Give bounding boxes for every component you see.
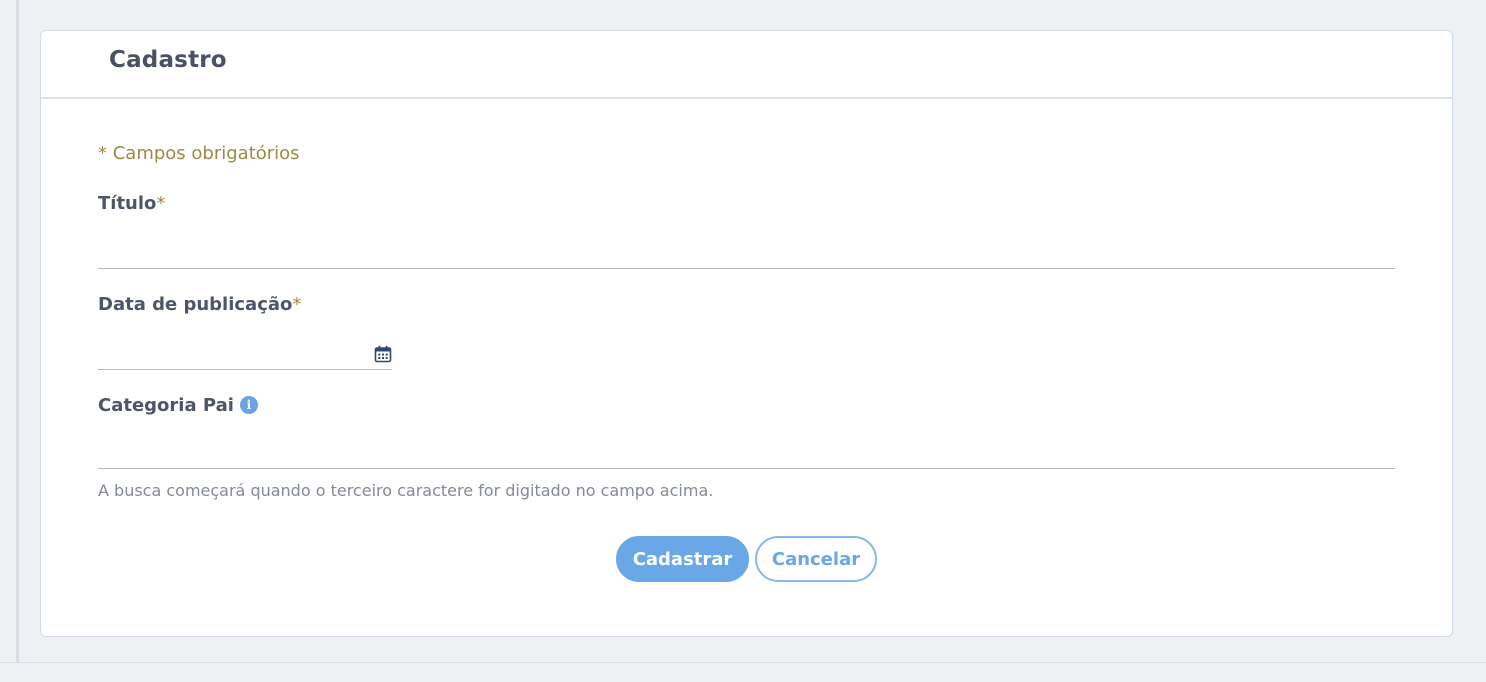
required-mark: * <box>292 294 302 315</box>
cancelar-button[interactable]: Cancelar <box>755 536 877 582</box>
bottom-divider <box>0 662 1486 663</box>
categoria-pai-hint: A busca começará quando o terceiro carac… <box>98 481 714 500</box>
form-card: Cadastro * Campos obrigatórios Título* D… <box>40 30 1453 637</box>
calendar-icon[interactable] <box>374 345 392 363</box>
categoria-pai-label: Categoria Pai i <box>98 395 258 416</box>
categoria-pai-label-text: Categoria Pai <box>98 395 234 416</box>
data-publicacao-label: Data de publicação* <box>98 294 301 315</box>
titulo-label: Título* <box>98 193 165 214</box>
data-publicacao-input[interactable] <box>98 338 392 370</box>
left-rail-divider <box>16 0 19 662</box>
required-mark: * <box>156 193 166 214</box>
required-fields-note: * Campos obrigatórios <box>98 143 300 164</box>
titulo-input[interactable] <box>98 237 1395 269</box>
card-header: Cadastro <box>41 31 1452 99</box>
categoria-pai-input[interactable] <box>98 437 1395 469</box>
titulo-label-text: Título <box>98 193 157 214</box>
data-publicacao-label-text: Data de publicação <box>98 294 293 315</box>
info-icon[interactable]: i <box>239 396 258 414</box>
cadastrar-button[interactable]: Cadastrar <box>616 536 749 582</box>
page-title: Cadastro <box>109 47 227 73</box>
